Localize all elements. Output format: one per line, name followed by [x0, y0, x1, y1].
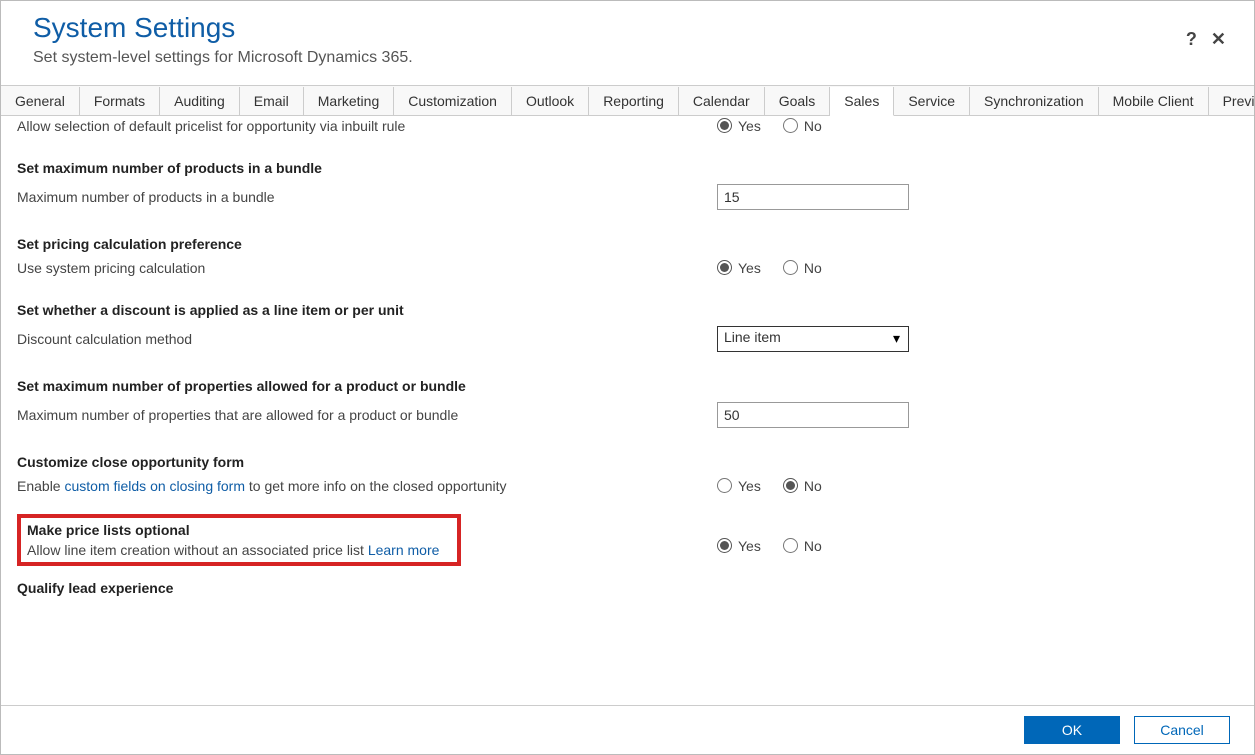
- section-close-opportunity-heading: Customize close opportunity form: [17, 454, 1238, 470]
- cancel-button[interactable]: Cancel: [1134, 716, 1230, 744]
- default-pricelist-yes[interactable]: [717, 118, 732, 133]
- learn-more-link[interactable]: Learn more: [368, 542, 440, 558]
- tab-customization[interactable]: Customization: [394, 87, 512, 116]
- tab-synchronization[interactable]: Synchronization: [970, 87, 1099, 116]
- close-opportunity-yes[interactable]: [717, 478, 732, 493]
- tab-auditing[interactable]: Auditing: [160, 87, 240, 116]
- discount-method-label: Discount calculation method: [17, 331, 717, 347]
- tab-formats[interactable]: Formats: [80, 87, 160, 116]
- dialog-footer: OK Cancel: [1, 705, 1254, 754]
- close-icon[interactable]: ✕: [1211, 29, 1226, 50]
- section-max-products-heading: Set maximum number of products in a bund…: [17, 160, 1238, 176]
- discount-method-select[interactable]: Line item: [717, 326, 909, 352]
- custom-fields-link[interactable]: custom fields on closing form: [64, 478, 245, 494]
- tab-service[interactable]: Service: [894, 87, 970, 116]
- price-lists-optional-yes[interactable]: [717, 538, 732, 553]
- section-qualify-lead-heading: Qualify lead experience: [17, 580, 1238, 596]
- section-discount-heading: Set whether a discount is applied as a l…: [17, 302, 1238, 318]
- max-products-input[interactable]: [717, 184, 909, 210]
- pricing-calc-radio[interactable]: Yes No: [717, 260, 822, 276]
- default-pricelist-no[interactable]: [783, 118, 798, 133]
- settings-scroll-area[interactable]: Set whether the default pricelist for an…: [1, 116, 1254, 705]
- ok-button[interactable]: OK: [1024, 716, 1120, 744]
- price-lists-optional-radio[interactable]: Yes No: [717, 538, 822, 554]
- tab-email[interactable]: Email: [240, 87, 304, 116]
- max-products-label: Maximum number of products in a bundle: [17, 189, 717, 205]
- page-subtitle: Set system-level settings for Microsoft …: [33, 49, 1222, 67]
- section-pricing-calc-heading: Set pricing calculation preference: [17, 236, 1238, 252]
- tab-outlook[interactable]: Outlook: [512, 87, 589, 116]
- tab-general[interactable]: General: [1, 87, 80, 116]
- tab-mobile-client[interactable]: Mobile Client: [1099, 87, 1209, 116]
- tab-goals[interactable]: Goals: [765, 87, 831, 116]
- default-pricelist-label: Allow selection of default pricelist for…: [17, 118, 717, 134]
- tab-calendar[interactable]: Calendar: [679, 87, 765, 116]
- section-max-properties-heading: Set maximum number of properties allowed…: [17, 378, 1238, 394]
- tab-previews[interactable]: Previews: [1209, 87, 1255, 116]
- max-properties-label: Maximum number of properties that are al…: [17, 407, 717, 423]
- page-title: System Settings: [33, 11, 1222, 45]
- help-icon[interactable]: ?: [1186, 29, 1197, 50]
- close-opportunity-no[interactable]: [783, 478, 798, 493]
- system-settings-dialog: System Settings Set system-level setting…: [0, 0, 1255, 755]
- pricing-calc-no[interactable]: [783, 260, 798, 275]
- dialog-header: System Settings Set system-level setting…: [1, 1, 1254, 85]
- tab-strip: GeneralFormatsAuditingEmailMarketingCust…: [1, 85, 1254, 116]
- close-opportunity-label: Enable custom fields on closing form to …: [17, 478, 717, 494]
- pricing-calc-yes[interactable]: [717, 260, 732, 275]
- tab-sales[interactable]: Sales: [830, 87, 894, 116]
- tab-reporting[interactable]: Reporting: [589, 87, 679, 116]
- tab-marketing[interactable]: Marketing: [304, 87, 394, 116]
- price-lists-optional-label: Allow line item creation without an asso…: [27, 542, 368, 558]
- max-properties-input[interactable]: [717, 402, 909, 428]
- close-opportunity-radio[interactable]: Yes No: [717, 478, 822, 494]
- pricing-calc-label: Use system pricing calculation: [17, 260, 717, 276]
- default-pricelist-radio[interactable]: Yes No: [717, 118, 822, 134]
- price-lists-optional-no[interactable]: [783, 538, 798, 553]
